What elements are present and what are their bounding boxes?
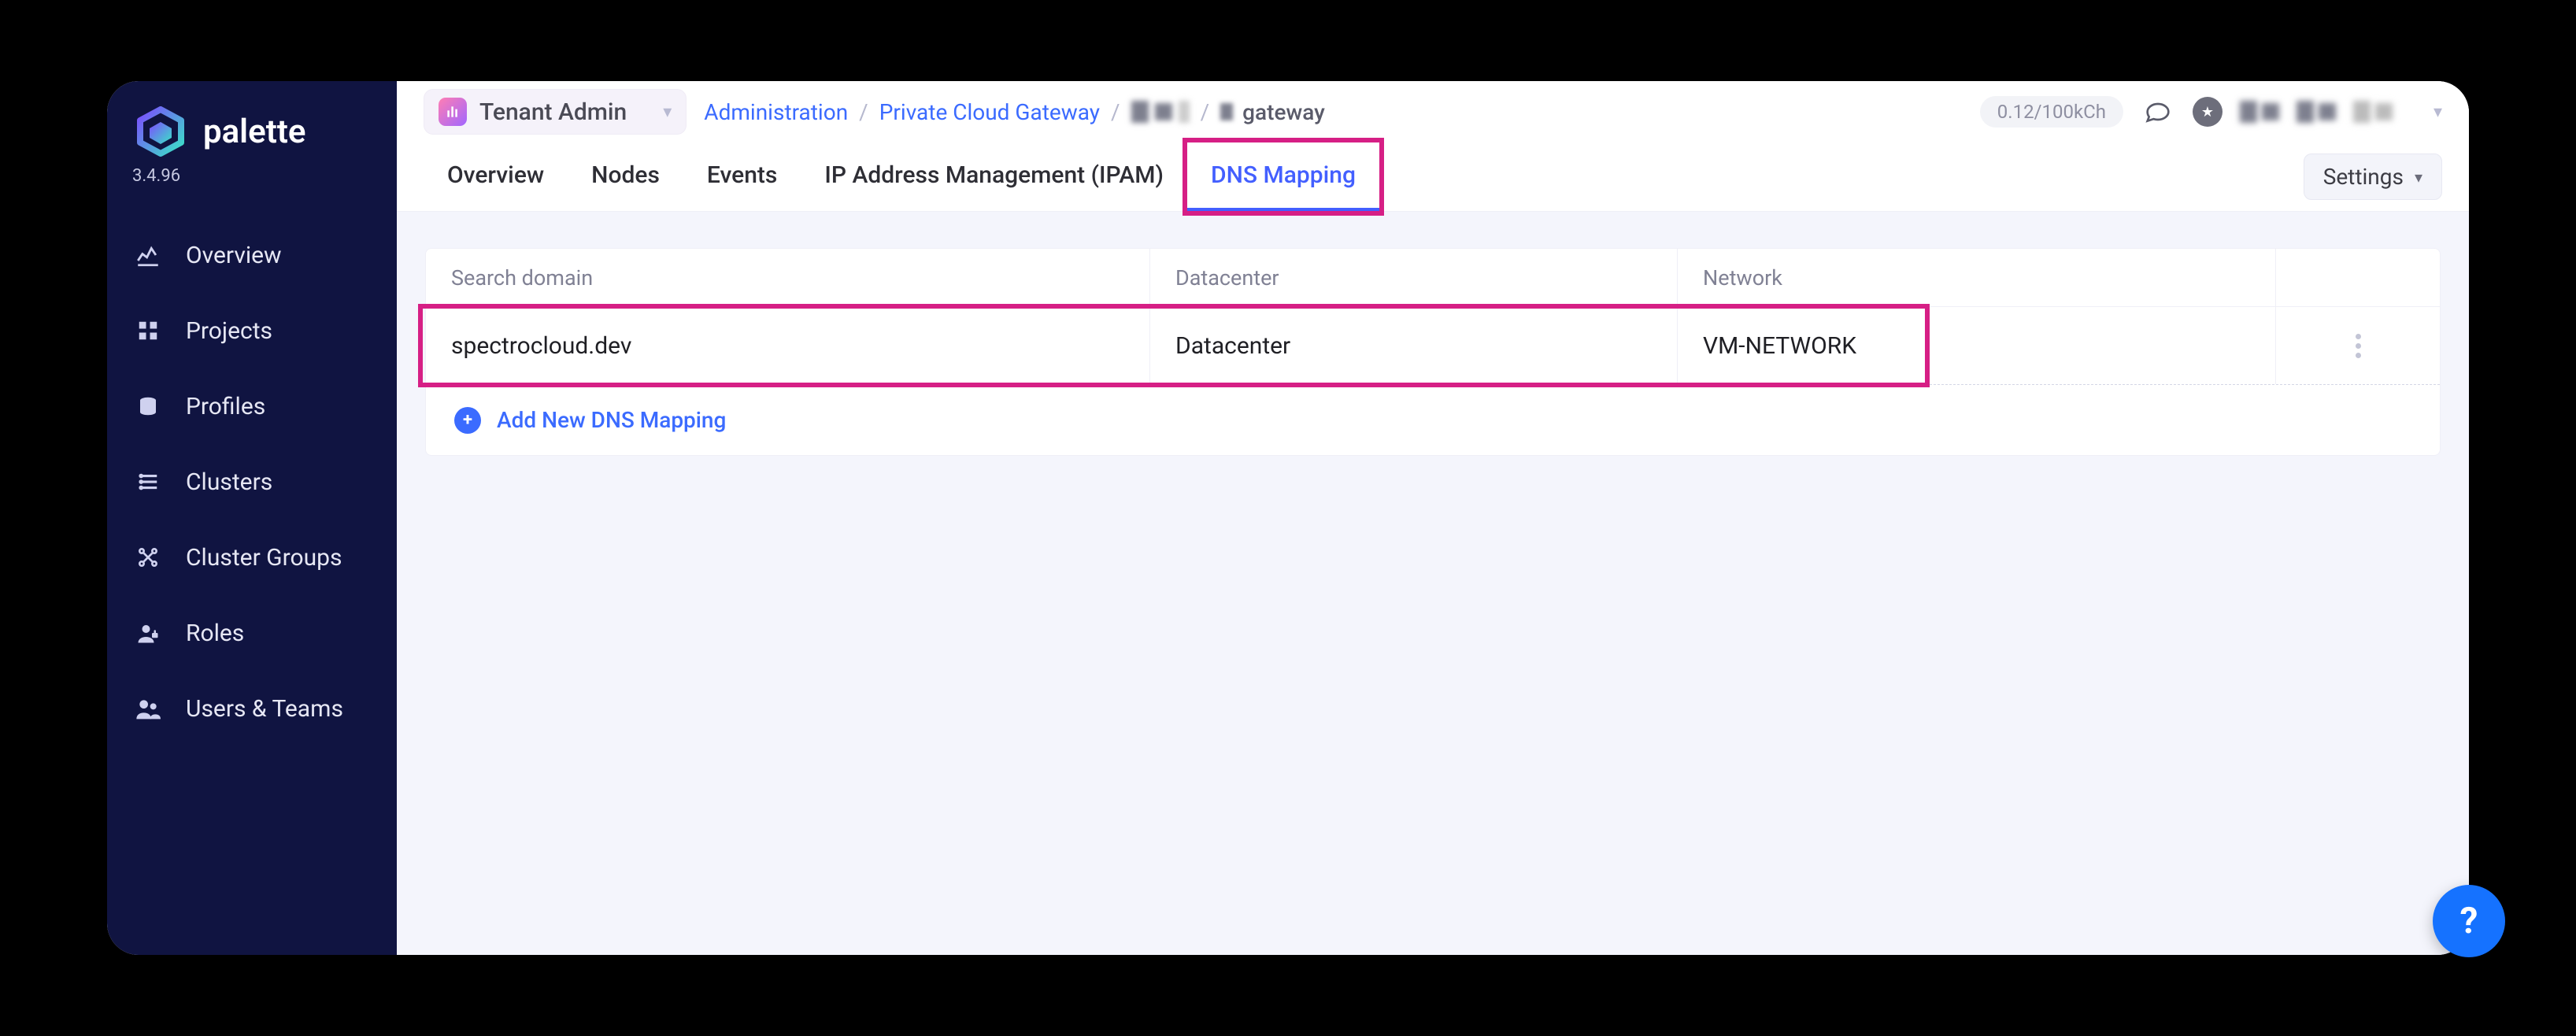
help-icon: ? [2460, 900, 2478, 942]
users-teams-icon [132, 693, 164, 724]
main-area: Tenant Admin ▾ Administration / Private … [397, 81, 2469, 955]
brand-logo-icon [132, 103, 189, 160]
sidebar-item-label: Clusters [186, 468, 272, 496]
tab-label: DNS Mapping [1211, 161, 1356, 189]
breadcrumb-sep: / [859, 99, 868, 125]
cell-network: VM-NETWORK [1678, 307, 2276, 384]
cluster-groups-icon [132, 542, 164, 573]
sidebar-item-label: Profiles [186, 393, 265, 420]
sidebar-item-label: Users & Teams [186, 695, 343, 723]
content: Search domain Datacenter Network spectro… [397, 212, 2469, 492]
settings-label: Settings [2323, 164, 2404, 190]
tab-ipam[interactable]: IP Address Management (IPAM) [801, 142, 1187, 211]
tab-label: Events [707, 161, 777, 189]
clusters-icon [132, 466, 164, 498]
header-obscured-3 [2353, 101, 2393, 123]
header-obscured-1 [2240, 101, 2279, 123]
kebab-menu-icon[interactable] [2356, 334, 2361, 358]
table-row[interactable]: spectrocloud.dev Datacenter VM-NETWORK [426, 307, 2440, 384]
dns-mapping-table: Search domain Datacenter Network spectro… [425, 248, 2441, 456]
star-icon[interactable]: ★ [2193, 97, 2223, 127]
breadcrumb-admin[interactable]: Administration [704, 99, 848, 125]
col-domain: Search domain [426, 249, 1150, 306]
tab-events[interactable]: Events [683, 142, 801, 211]
add-dns-mapping-row[interactable]: + Add New DNS Mapping [426, 384, 2440, 455]
sidebar-item-projects[interactable]: Projects [107, 293, 397, 368]
overview-icon [132, 239, 164, 271]
profiles-icon [132, 390, 164, 422]
chevron-down-icon: ▾ [2415, 168, 2422, 187]
sidebar-item-label: Cluster Groups [186, 544, 342, 572]
cell-datacenter: Datacenter [1150, 307, 1678, 384]
col-actions [2276, 249, 2440, 306]
usage-badge: 0.12/100kCh [1980, 96, 2123, 128]
tab-label: Overview [447, 161, 544, 189]
plus-circle-icon: + [454, 407, 481, 434]
settings-button[interactable]: Settings ▾ [2304, 154, 2442, 200]
sidebar-item-profiles[interactable]: Profiles [107, 368, 397, 444]
sidebar-item-users-teams[interactable]: Users & Teams [107, 671, 397, 746]
sidebar-item-roles[interactable]: Roles [107, 595, 397, 671]
brand: palette [107, 103, 397, 160]
tenant-selector[interactable]: Tenant Admin ▾ [424, 89, 687, 135]
breadcrumb-pcg[interactable]: Private Cloud Gateway [879, 99, 1100, 125]
chat-icon[interactable] [2141, 94, 2175, 129]
sidebar-item-label: Roles [186, 620, 244, 647]
chevron-down-icon[interactable]: ▾ [2434, 102, 2442, 122]
table-header-row: Search domain Datacenter Network [426, 249, 2440, 307]
breadcrumb-obscured [1131, 101, 1190, 123]
chevron-down-icon: ▾ [663, 102, 672, 122]
topbar: Tenant Admin ▾ Administration / Private … [397, 81, 2469, 212]
header-obscured-2 [2297, 101, 2336, 123]
tab-dns-mapping[interactable]: DNS Mapping [1187, 142, 1379, 211]
cell-actions [2276, 307, 2440, 384]
sidebar-item-overview[interactable]: Overview [107, 217, 397, 293]
sidebar-item-clusters[interactable]: Clusters [107, 444, 397, 520]
roles-icon [132, 617, 164, 649]
breadcrumb-sep: / [1111, 99, 1120, 125]
tab-overview[interactable]: Overview [424, 142, 568, 211]
col-network: Network [1678, 249, 2276, 306]
sidebar: palette 3.4.96 Overview Projects Profile… [107, 81, 397, 955]
brand-name: palette [203, 113, 306, 151]
sidebar-item-label: Projects [186, 317, 272, 345]
sidebar-item-label: Overview [186, 242, 282, 269]
breadcrumb-current: gateway [1220, 99, 1325, 125]
tenant-label: Tenant Admin [479, 98, 627, 126]
breadcrumb-sep: / [1201, 99, 1210, 125]
version-text: 3.4.96 [107, 166, 397, 186]
sidebar-item-cluster-groups[interactable]: Cluster Groups [107, 520, 397, 595]
tab-label: Nodes [591, 161, 660, 189]
breadcrumb: Administration / Private Cloud Gateway /… [704, 99, 1325, 125]
col-datacenter: Datacenter [1150, 249, 1678, 306]
tab-label: IP Address Management (IPAM) [824, 161, 1164, 189]
tab-nodes[interactable]: Nodes [568, 142, 683, 211]
cell-domain: spectrocloud.dev [426, 307, 1150, 384]
projects-icon [132, 315, 164, 346]
tenant-icon [439, 98, 467, 126]
help-fab-button[interactable]: ? [2433, 885, 2505, 957]
breadcrumb-current-text: gateway [1242, 99, 1325, 125]
add-dns-mapping-label: Add New DNS Mapping [497, 407, 726, 433]
